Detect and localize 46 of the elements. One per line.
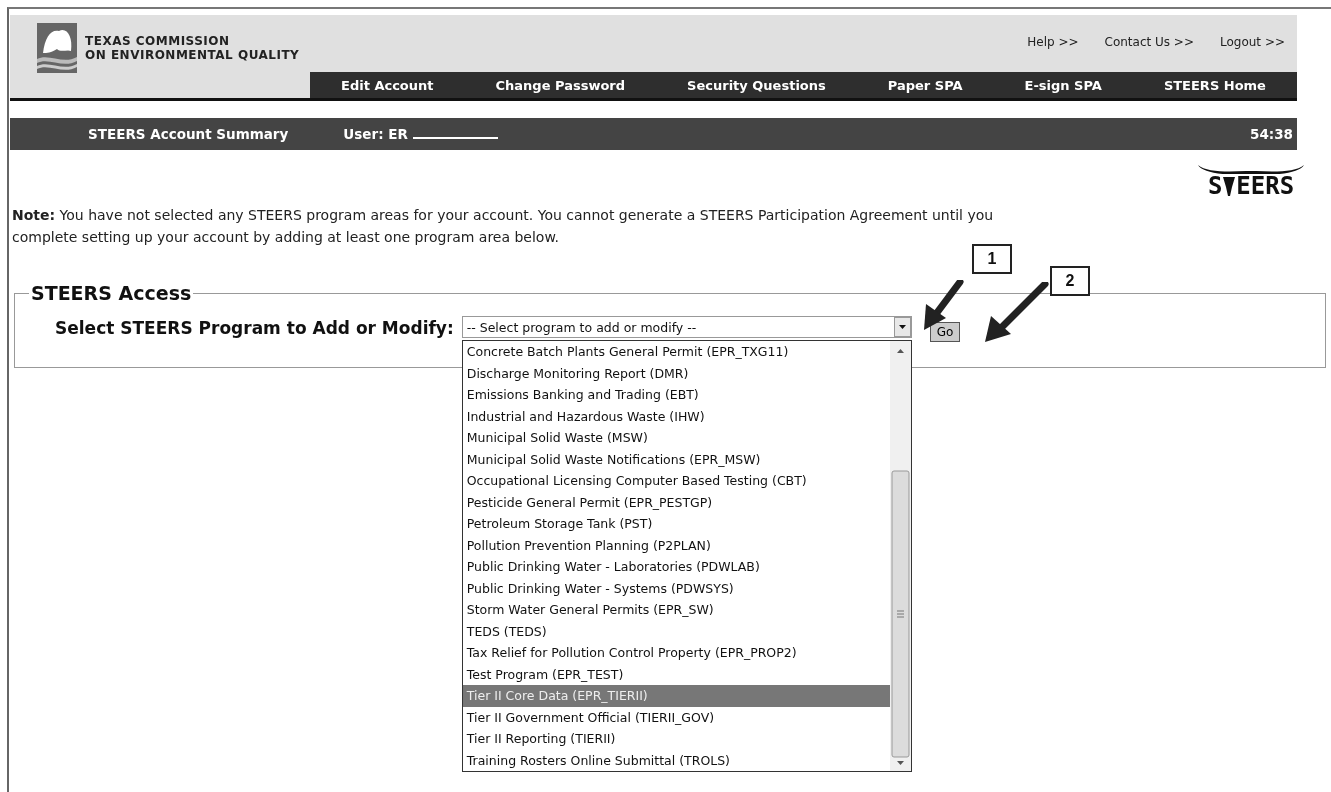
nav-link[interactable]: E-sign SPA — [1024, 77, 1102, 93]
dropdown-option[interactable]: Tier II Government Official (TIERII_GOV) — [462, 706, 890, 728]
dropdown-option[interactable]: Petroleum Storage Tank (PST) — [462, 513, 890, 535]
dropdown-option[interactable]: Pollution Prevention Planning (P2PLAN) — [462, 534, 890, 556]
user-label: User: ER — [343, 126, 408, 142]
nav-link[interactable]: Paper SPA — [887, 77, 963, 93]
dropdown-option[interactable]: Pesticide General Permit (EPR_PESTGP) — [462, 491, 890, 513]
nav-link[interactable]: Security Questions — [687, 77, 826, 93]
agency-logo-icon — [37, 23, 77, 73]
logo-letters: EERS — [1236, 174, 1295, 198]
callout-label: 1 — [972, 244, 1012, 274]
agency-name: ON ENVIRONMENTAL QUALITY — [85, 48, 300, 62]
dropdown-option[interactable]: Municipal Solid Waste (MSW) — [462, 427, 890, 449]
program-select[interactable]: -- Select program to add or modify -- — [461, 316, 912, 338]
session-timer: 54:38 — [1250, 126, 1293, 142]
header-link[interactable]: Help >> — [1027, 35, 1079, 49]
dropdown-option[interactable]: TEDS (TEDS) — [462, 620, 890, 642]
dropdown-option[interactable]: Concrete Batch Plants General Permit (EPR_TXG11) — [462, 341, 890, 363]
dropdown-option[interactable]: Public Drinking Water - Systems (PDWSYS) — [462, 577, 890, 599]
header-link[interactable]: Logout >> — [1220, 35, 1285, 49]
header-link[interactable]: Contact Us >> — [1104, 35, 1194, 49]
dropdown-option[interactable]: Tier II Reporting (TIERII) — [462, 728, 890, 750]
callout-label: 2 — [1050, 266, 1090, 296]
dropdown-option[interactable]: Storm Water General Permits (EPR_SW) — [462, 599, 890, 621]
logo-letter: S — [1207, 174, 1223, 198]
nav-link[interactable]: Change Password — [495, 77, 626, 93]
nav-link[interactable]: Edit Account — [341, 77, 434, 93]
steer-head-icon — [1222, 175, 1237, 197]
dropdown-option[interactable]: Test Program (EPR_TEST) — [462, 663, 890, 685]
dropdown-option[interactable]: Municipal Solid Waste Notifications (EPR_MSW) — [462, 448, 890, 470]
section-heading: STEERS Access — [30, 282, 193, 304]
dropdown-option[interactable]: Training Rosters Online Submittal (TROLS) — [462, 749, 890, 771]
nav-link[interactable]: STEERS Home — [1163, 77, 1266, 93]
note-text: Note: You have not selected any STEERS program areas for your account. You cannot generate a STEERS Participation Agreement until you complete setting up your account by adding at least one program area below. — [12, 206, 995, 247]
go-button[interactable]: Go — [929, 322, 961, 342]
dropdown-option[interactable]: Occupational Licensing Computer Based Testing (CBT) — [462, 470, 890, 492]
dropdown-option[interactable]: Discharge Monitoring Report (DMR) — [462, 362, 890, 384]
dropdown-option[interactable]: Tax Relief for Pollution Control Property (EPR_PROP2) — [462, 642, 890, 664]
agency-name: TEXAS COMMISSION — [85, 34, 231, 48]
page-title: STEERS Account Summary — [88, 126, 289, 142]
dropdown-option[interactable]: Tier II Core Data (EPR_TIERII) — [462, 685, 890, 707]
dropdown-option[interactable]: Emissions Banking and Trading (EBT) — [462, 384, 890, 406]
dropdown-option[interactable]: Industrial and Hazardous Waste (IHW) — [462, 405, 890, 427]
field-label: Select STEERS Program to Add or Modify: — [55, 317, 454, 338]
callout-arrow — [985, 282, 1049, 342]
dropdown-option[interactable]: Public Drinking Water - Laboratories (PDWLAB) — [462, 556, 890, 578]
